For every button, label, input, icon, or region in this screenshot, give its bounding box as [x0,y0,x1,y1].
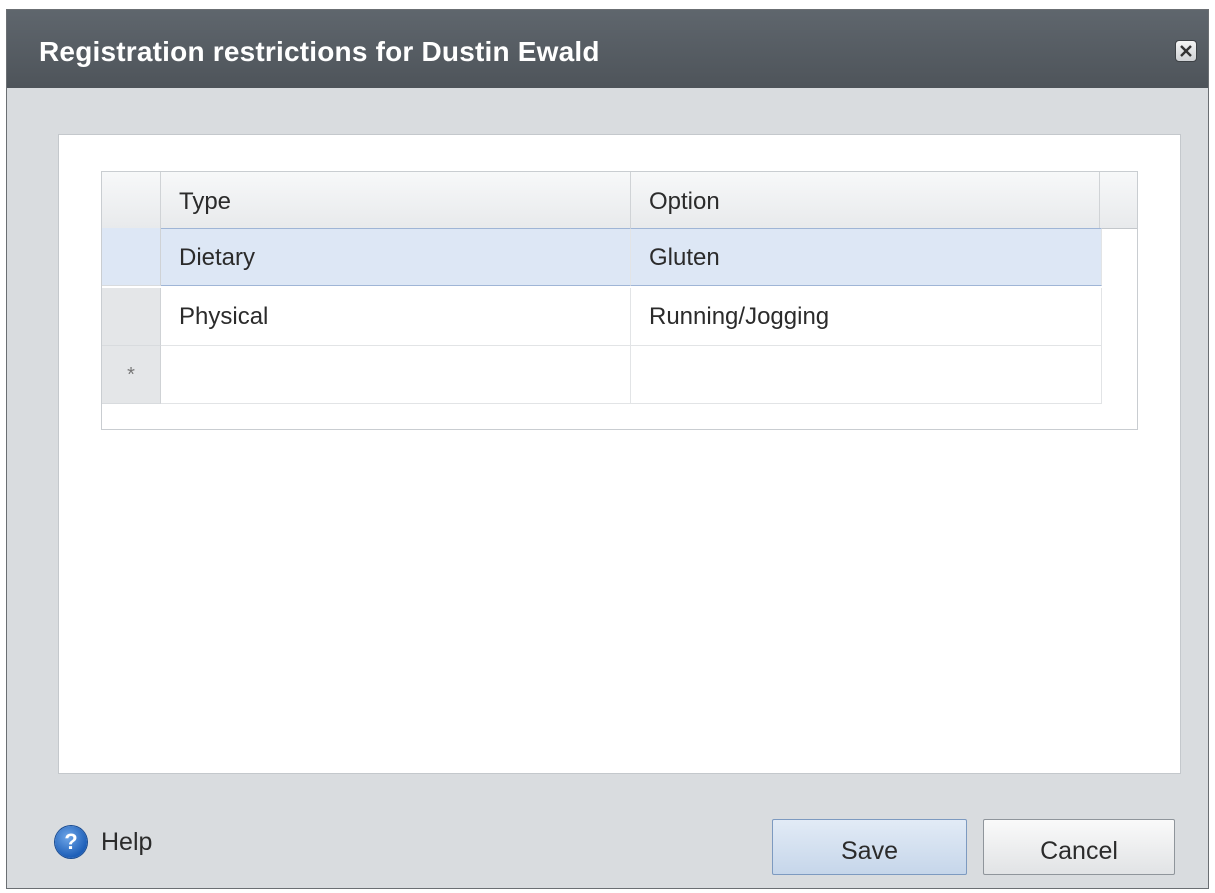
cancel-button[interactable]: Cancel [983,819,1175,875]
save-button[interactable]: Save [772,819,967,875]
row-selector[interactable] [102,288,161,346]
grid-header-row: Type Option [102,172,1137,229]
cell-option[interactable]: Running/Jogging [631,288,1102,346]
table-row[interactable]: Dietary Gluten [102,228,1102,286]
new-row-marker: * [102,346,161,404]
table-row[interactable]: Physical Running/Jogging [102,288,1102,346]
registration-restrictions-dialog: Registration restrictions for Dustin Ewa… [6,9,1209,889]
restrictions-grid[interactable]: Type Option Dietary Gluten Physical Runn… [101,171,1138,430]
dialog-title: Registration restrictions for Dustin Ewa… [39,36,600,67]
row-selector-header [102,172,161,228]
cell-option[interactable]: Gluten [631,228,1102,286]
column-header-option[interactable]: Option [631,172,1100,228]
new-cell-option[interactable] [631,346,1102,404]
cell-type[interactable]: Dietary [161,228,631,286]
close-icon [1180,45,1192,57]
help-icon: ? [55,826,87,858]
content-panel: Type Option Dietary Gluten Physical Runn… [58,134,1181,774]
help-link[interactable]: ? Help [55,826,152,858]
help-label: Help [101,827,153,856]
new-row[interactable]: * [102,346,1102,404]
close-button[interactable] [1175,40,1197,62]
column-header-type[interactable]: Type [161,172,631,228]
new-cell-type[interactable] [161,346,631,404]
dialog-titlebar: Registration restrictions for Dustin Ewa… [7,10,1208,88]
cell-type[interactable]: Physical [161,288,631,346]
row-selector[interactable] [102,228,161,286]
